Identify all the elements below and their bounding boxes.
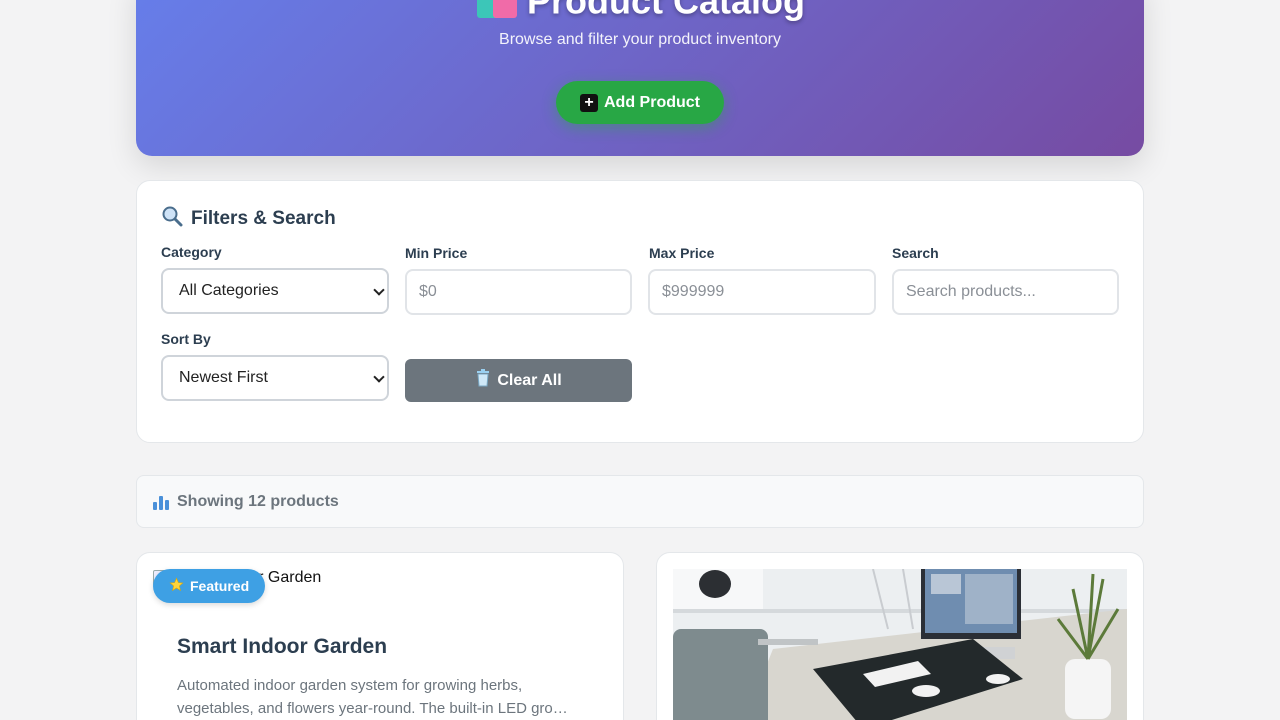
product-description: Automated indoor garden system for growi… <box>177 677 568 717</box>
sort-select[interactable]: Newest First <box>161 355 389 401</box>
trash-icon <box>475 369 491 392</box>
featured-badge-label: Featured <box>190 578 250 594</box>
product-card[interactable] <box>656 552 1144 720</box>
search-input[interactable]: Search products... <box>892 269 1119 315</box>
search-placeholder: Search products... <box>906 283 1036 300</box>
add-product-button[interactable]: + Add Product <box>556 81 724 124</box>
results-count: Showing 12 products <box>153 493 339 511</box>
filters-title: Filters & Search <box>161 205 336 233</box>
min-price-label: Min Price <box>405 245 468 261</box>
star-icon <box>169 577 184 595</box>
clear-all-button[interactable]: Clear All <box>405 359 632 402</box>
chevron-down-icon <box>373 371 385 383</box>
search-label: Search <box>892 245 939 261</box>
page-subtitle: Browse and filter your product inventory <box>499 31 781 48</box>
bar-chart-icon <box>153 494 171 510</box>
min-price-placeholder: $0 <box>419 283 437 300</box>
chevron-down-icon <box>373 284 385 296</box>
product-image <box>673 569 1127 720</box>
filters-panel: Filters & Search Category All Categories… <box>136 180 1144 443</box>
shopping-bags-icon <box>475 0 521 30</box>
hero-header: Product Catalog Browse and filter your p… <box>136 0 1144 156</box>
page-title-text: Product Catalog <box>526 0 805 22</box>
sort-label: Sort By <box>161 331 211 347</box>
plus-icon: + <box>580 93 598 112</box>
min-price-input[interactable]: $0 <box>405 269 632 315</box>
category-select[interactable]: All Categories <box>161 268 389 314</box>
magnifier-icon <box>161 205 183 233</box>
sort-select-value: Newest First <box>179 369 268 386</box>
featured-badge: Featured <box>153 569 266 603</box>
category-select-value: All Categories <box>179 282 279 299</box>
results-count-text: Showing 12 products <box>177 493 339 510</box>
max-price-label: Max Price <box>649 245 715 261</box>
page-title: Product Catalog <box>136 0 1144 30</box>
add-product-label: Add Product <box>604 93 700 111</box>
max-price-input[interactable]: $999999 <box>648 269 876 315</box>
max-price-placeholder: $999999 <box>662 283 725 300</box>
category-label: Category <box>161 244 222 260</box>
filters-title-text: Filters & Search <box>191 208 336 229</box>
clear-all-label: Clear All <box>497 371 562 389</box>
results-count-bar: Showing 12 products <box>136 475 1144 528</box>
product-card[interactable]: Smart Indoor Garden Featured Smart Indoo… <box>136 552 624 720</box>
product-name[interactable]: Smart Indoor Garden <box>177 635 387 659</box>
